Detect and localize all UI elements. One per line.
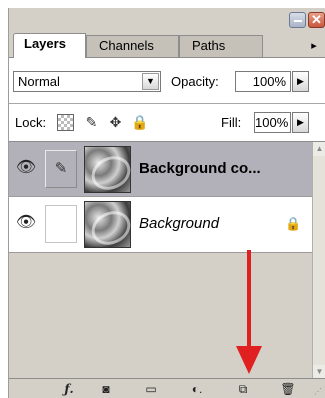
lock-image-brush-icon[interactable]: ✎ <box>83 114 100 131</box>
lock-icon: 🔒 <box>285 216 302 231</box>
layers-panel: ✕ Layers Channels Paths ▸ Normal ▼ Opaci… <box>8 8 325 398</box>
close-button[interactable]: ✕ <box>308 12 325 28</box>
layer-row[interactable]: 👁 ✎ Background co... <box>9 142 312 197</box>
minimize-button[interactable] <box>289 12 306 28</box>
opacity-field[interactable]: 100% <box>235 71 291 92</box>
layer-name[interactable]: Background <box>139 214 219 234</box>
add-mask-icon[interactable]: ◙ <box>96 381 116 398</box>
lock-transparent-icon[interactable] <box>57 114 74 131</box>
annotation-arrow-icon <box>236 250 262 374</box>
layer-thumbnail <box>84 201 131 248</box>
opacity-label: Opacity: <box>171 74 219 89</box>
blend-mode-select[interactable]: Normal ▼ <box>13 71 161 92</box>
eye-icon[interactable]: 👁 <box>15 159 37 177</box>
scroll-down-icon[interactable]: ▼ <box>313 365 325 379</box>
chevron-down-icon[interactable]: ▼ <box>142 73 159 90</box>
layer-row[interactable]: 👁 Background 🔒 <box>9 197 312 253</box>
panel-tabs: Layers Channels Paths ▸ <box>9 33 325 58</box>
fill-field[interactable]: 100% <box>254 112 291 133</box>
brush-icon[interactable]: ✎ <box>45 150 77 188</box>
layer-options: Normal ▼ Opacity: 100% ▶ Lock: ✎ ✥ 🔒 Fil… <box>9 57 325 141</box>
layers-scrollbar[interactable]: ▲ ▼ <box>312 142 325 379</box>
layer-name[interactable]: Background co... <box>139 159 261 179</box>
lock-all-icon[interactable]: 🔒 <box>131 114 148 131</box>
panel-footer: ƒ. ◙ ▭ ◐. ⧉ 🗑 ⋰ <box>9 378 325 398</box>
tab-channels[interactable]: Channels <box>86 35 179 57</box>
panel-menu-button[interactable]: ▸ <box>306 38 322 54</box>
options-divider <box>9 103 325 104</box>
lock-position-move-icon[interactable]: ✥ <box>107 114 124 131</box>
layer-style-icon[interactable]: ƒ. <box>59 381 79 398</box>
blend-mode-value: Normal <box>18 74 60 89</box>
adjustment-layer-icon[interactable]: ◐. <box>187 381 207 398</box>
tab-layers[interactable]: Layers <box>13 33 86 58</box>
link-cell[interactable] <box>45 205 77 243</box>
panel-titlebar: ✕ <box>9 8 325 32</box>
layer-thumbnail <box>84 146 131 193</box>
fill-label: Fill: <box>221 115 242 130</box>
lock-label: Lock: <box>15 115 47 130</box>
tab-paths[interactable]: Paths <box>179 35 263 57</box>
resize-grip-icon[interactable]: ⋰ <box>314 387 324 397</box>
trash-icon[interactable]: 🗑 <box>278 381 298 398</box>
scroll-up-icon[interactable]: ▲ <box>313 142 325 156</box>
layers-list: 👁 ✎ Background co... 👁 Background 🔒 ▲ ▼ <box>9 141 325 379</box>
opacity-slider-button[interactable]: ▶ <box>292 71 309 92</box>
eye-icon[interactable]: 👁 <box>15 214 37 232</box>
new-group-icon[interactable]: ▭ <box>141 381 161 398</box>
fill-slider-button[interactable]: ▶ <box>292 112 309 133</box>
new-layer-icon[interactable]: ⧉ <box>233 381 253 398</box>
